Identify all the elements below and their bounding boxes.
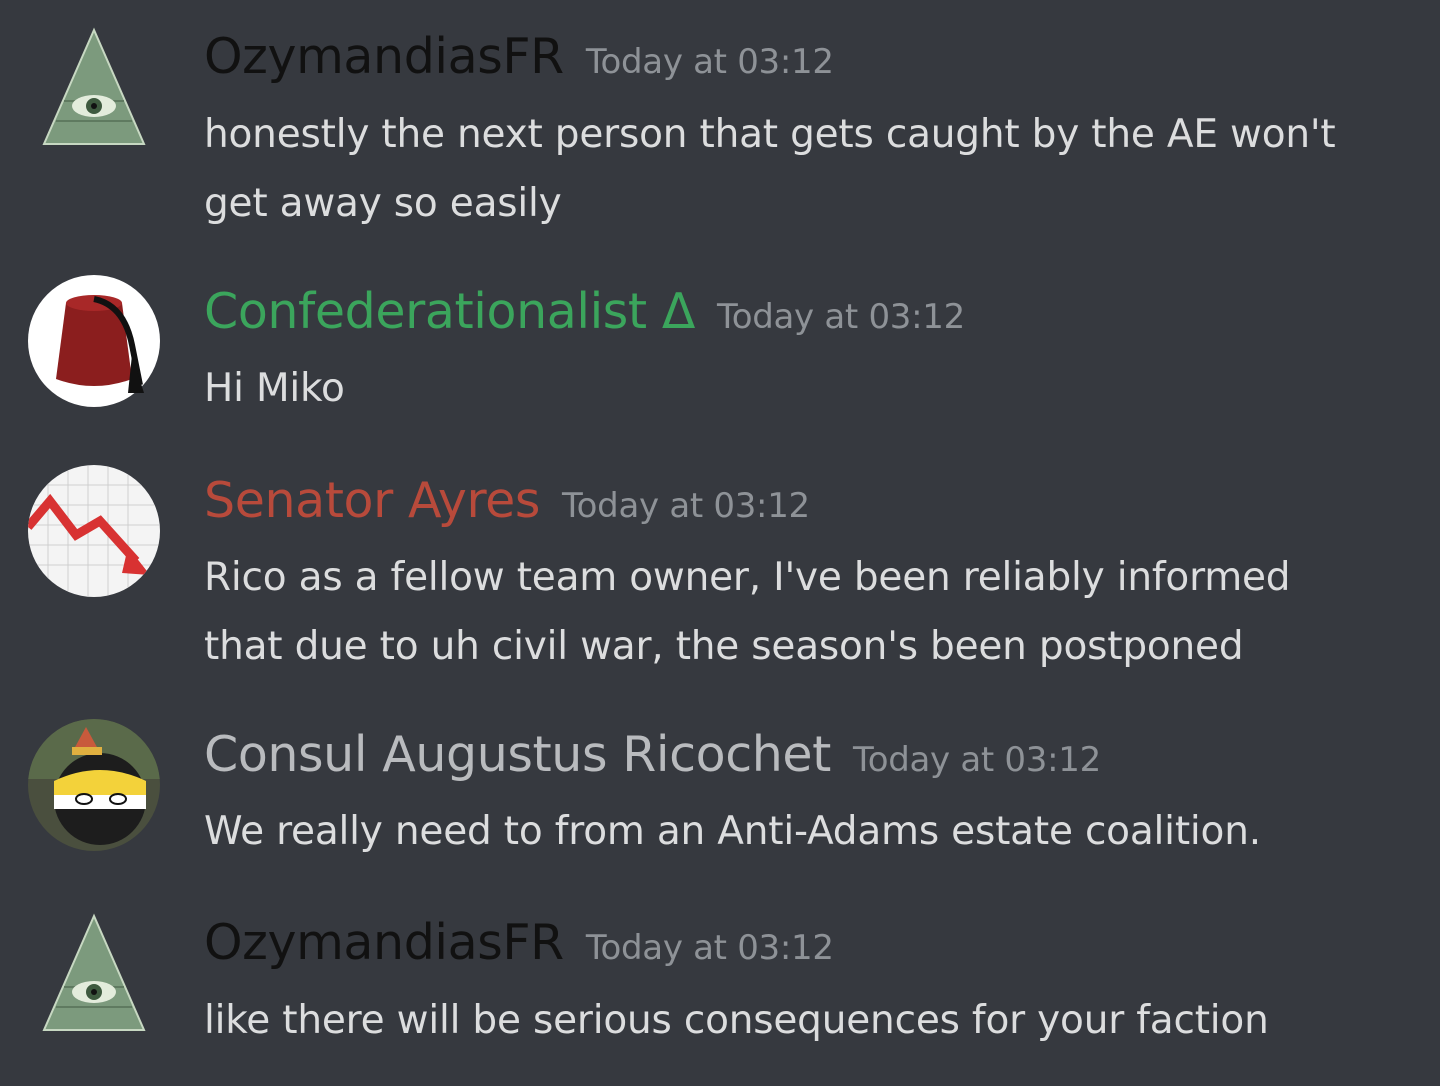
illuminati-pyramid-icon (42, 913, 146, 1031)
message-author[interactable]: Senator Ayres (204, 472, 540, 529)
message-timestamp: Today at 03:12 (585, 928, 834, 968)
message-text-line: Hi Miko (204, 366, 345, 411)
message-text-line: We really need to from an Anti-Adams est… (204, 809, 1261, 854)
message-text-line: that due to uh civil war, the season's b… (204, 624, 1244, 669)
falling-chart-icon (28, 465, 160, 597)
message-text-line: get away so easily (204, 181, 562, 226)
message-author[interactable]: OzymandiasFR (204, 28, 564, 85)
message-timestamp: Today at 03:12 (561, 486, 810, 526)
avatar[interactable] (28, 912, 160, 1044)
message-timestamp: Today at 03:12 (853, 740, 1101, 780)
message-author[interactable]: Confederationalist Δ (204, 283, 695, 340)
message-author[interactable]: Consul Augustus Ricochet (204, 726, 831, 783)
message-author[interactable]: OzymandiasFR (204, 914, 564, 971)
fez-hat-icon (28, 275, 160, 407)
avatar[interactable] (28, 465, 160, 597)
message-text-line: honestly the next person that gets caugh… (204, 112, 1336, 157)
message-timestamp: Today at 03:12 (717, 297, 965, 337)
illuminati-pyramid-icon (42, 27, 146, 145)
avatar[interactable] (28, 719, 160, 851)
avatar[interactable] (28, 26, 160, 158)
avatar[interactable] (28, 275, 160, 407)
message-text-line: like there will be serious consequences … (204, 998, 1269, 1043)
countryball-icon (28, 719, 160, 851)
message-timestamp: Today at 03:12 (585, 42, 834, 82)
message-text-line: Rico as a fellow team owner, I've been r… (204, 555, 1291, 600)
